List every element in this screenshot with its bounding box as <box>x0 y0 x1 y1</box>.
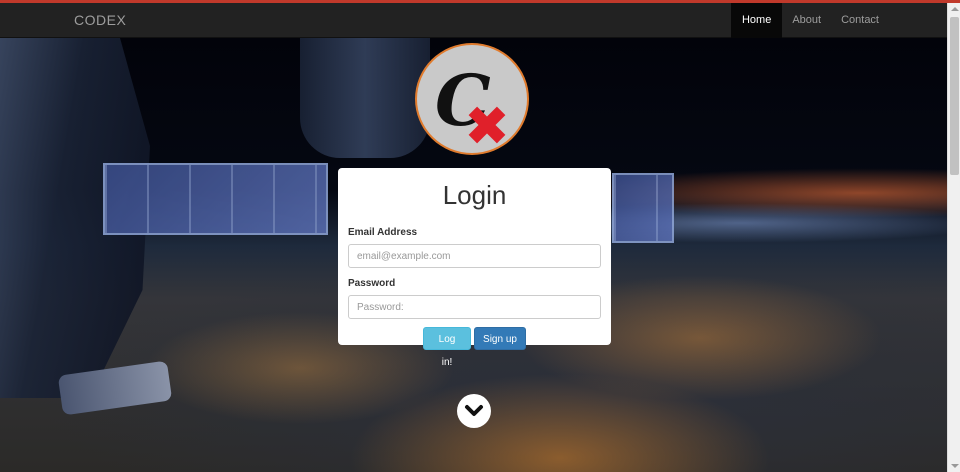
navbar: CODEX Home About Contact <box>0 3 947 38</box>
login-actions: Log in! Sign up <box>348 327 601 368</box>
signup-button[interactable]: Sign up <box>474 327 526 350</box>
password-label: Password <box>348 278 396 289</box>
navbar-brand[interactable]: CODEX <box>74 12 126 28</box>
solar-panel-left <box>103 163 328 235</box>
email-label: Email Address <box>348 227 418 238</box>
vertical-scrollbar[interactable] <box>947 3 960 472</box>
space-station-module <box>300 38 430 158</box>
scrollbar-thumb[interactable] <box>950 17 959 175</box>
scroll-down-button[interactable] <box>457 394 491 428</box>
solar-panel-right <box>612 173 674 243</box>
nav-links: Home About Contact <box>730 3 889 38</box>
login-button[interactable]: Log in! <box>423 327 471 368</box>
scroll-down-arrow-icon[interactable] <box>951 464 959 468</box>
nav-about[interactable]: About <box>782 3 831 38</box>
codex-logo-icon: C <box>435 59 506 144</box>
login-title: Login <box>442 180 507 210</box>
codex-logo: C <box>415 43 529 155</box>
nav-home[interactable]: Home <box>730 3 783 38</box>
login-card: Login Email Address Password Log in! Sig… <box>338 168 611 368</box>
chevron-down-icon <box>465 405 483 416</box>
email-field[interactable] <box>348 244 601 268</box>
password-field[interactable] <box>348 295 601 319</box>
scroll-up-arrow-icon[interactable] <box>951 7 959 11</box>
nav-contact[interactable]: Contact <box>831 3 889 38</box>
